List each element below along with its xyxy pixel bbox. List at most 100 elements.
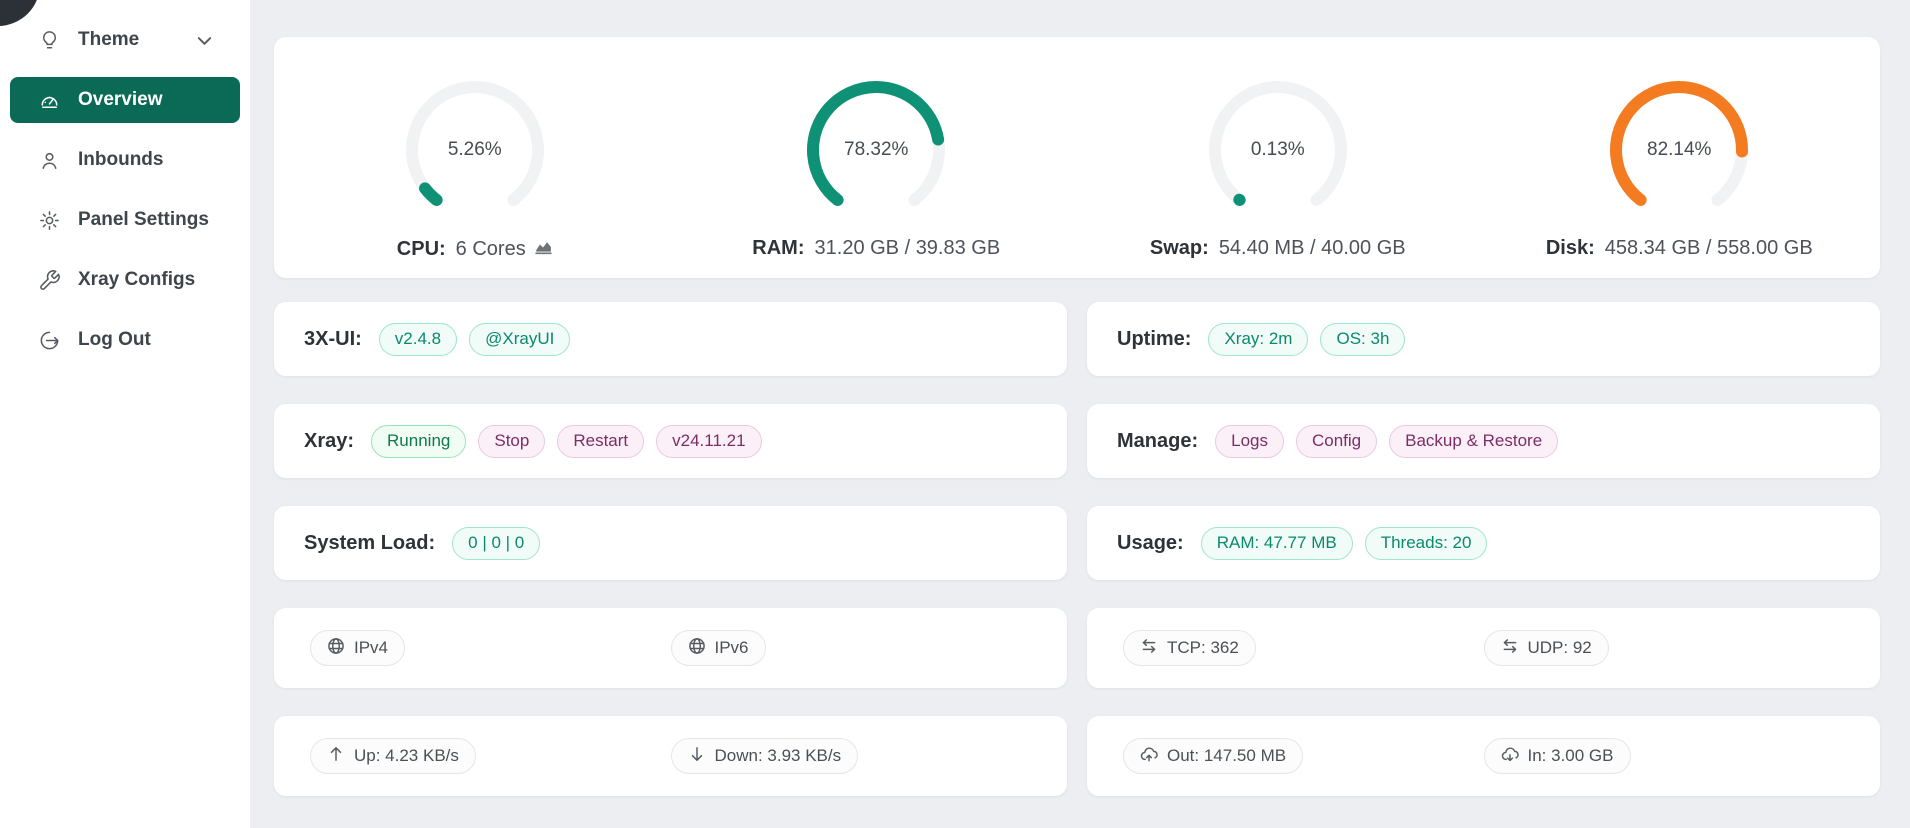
pill-ipv6: IPv6 [671,630,766,666]
cloud-up-icon [1140,745,1158,768]
tag-xrayui[interactable]: @XrayUI [469,323,570,356]
card-network-speed: Up: 4.23 KB/s Down: 3.93 KB/s [274,716,1067,796]
pill-ipv4: IPv4 [310,630,405,666]
globe-icon [327,637,345,660]
sidebar-item-log-out[interactable]: Log Out [10,317,240,363]
pill-label: IPv6 [715,638,749,658]
pill-label: IPv4 [354,638,388,658]
pill-cell: Down: 3.93 KB/s [671,738,1032,774]
card-system-load: System Load: 0 | 0 | 0 [274,506,1067,580]
globe-icon [688,637,706,660]
tag-xray-2m: Xray: 2m [1208,323,1308,356]
chevron-down-icon[interactable] [193,29,216,52]
gauge-label-value: 31.20 GB / 39.83 GB [815,237,1001,260]
swap-icon [1140,637,1158,660]
logout-icon [38,329,61,352]
sidebar-nav: Theme Overview Inbounds Panel Settings Xray … [0,0,250,363]
tag-running: Running [371,425,466,458]
sidebar-item-label: Log Out [78,329,151,351]
card-xray-status: Xray: Running Stop Restart v24.11.21 [274,404,1067,478]
arrow-up-icon [327,745,345,768]
card-label: Manage: [1117,430,1198,453]
tag-config[interactable]: Config [1296,425,1377,458]
gauge-ring: 0.13% [1203,75,1353,225]
dashboard-icon [38,89,61,112]
sidebar-item-xray-configs[interactable]: Xray Configs [10,257,240,303]
bulb-icon [38,29,61,52]
sidebar-item-panel-settings[interactable]: Panel Settings [10,197,240,243]
gauge-label: Swap: 54.40 MB / 40.00 GB [1150,237,1406,260]
gauge-label: CPU:6 Cores [397,237,553,262]
tag-threads-20: Threads: 20 [1365,527,1488,560]
card-usage: Usage:RAM: 47.77 MBThreads: 20 [1087,506,1880,580]
wrench-icon [38,269,61,292]
gauge-label: RAM: 31.20 GB / 39.83 GB [752,237,1000,260]
system-status-card: 5.26% CPU:6 Cores 78.32% RAM: 31.20 GB / 39… [274,37,1880,278]
sidebar-item-overview[interactable]: Overview [10,77,240,123]
tag-0-0-0: 0 | 0 | 0 [452,527,540,560]
pill-label: In: 3.00 GB [1528,746,1614,766]
tag-v24-11-21[interactable]: v24.11.21 [656,425,761,458]
tag-os-3h: OS: 3h [1320,323,1405,356]
pill-cell: TCP: 362 [1123,630,1484,666]
pill-label: UDP: 92 [1528,638,1592,658]
tag-backup-restore[interactable]: Backup & Restore [1389,425,1558,458]
gauge-disk: 82.14% Disk: 458.34 GB / 558.00 GB [1479,75,1881,260]
card-label: Xray: [304,430,354,453]
gauge-ring: 78.32% [801,75,951,225]
pill-label: TCP: 362 [1167,638,1239,658]
gauge-label-name: Swap: [1150,237,1209,260]
gauge-ram: 78.32% RAM: 31.20 GB / 39.83 GB [676,75,1078,260]
card-traffic-total: Out: 147.50 MB In: 3.00 GB [1087,716,1880,796]
pill-cell: Out: 147.50 MB [1123,738,1484,774]
sidebar-item-inbounds[interactable]: Inbounds [10,137,240,183]
gauge-label: Disk: 458.34 GB / 558.00 GB [1546,237,1813,260]
sidebar-item-label: Panel Settings [78,209,209,231]
gear-icon [38,209,61,232]
card-label: System Load: [304,532,435,555]
tag-v2-4-8[interactable]: v2.4.8 [379,323,457,356]
gauge-percent: 78.32% [801,75,951,225]
card-label: Usage: [1117,532,1184,555]
sidebar-item-label: Theme [78,29,139,51]
gauge-percent: 5.26% [400,75,550,225]
gauge-label-name: CPU: [397,238,446,261]
sidebar-item-theme[interactable]: Theme [10,17,240,63]
arrow-down-icon [688,745,706,768]
card-ip-addresses: IPv4 IPv6 [274,608,1067,688]
tag-restart[interactable]: Restart [557,425,644,458]
card-connections: TCP: 362 UDP: 92 [1087,608,1880,688]
info-cards-grid: 3X-UI: v2.4.8 @XrayUI Uptime: Xray: 2m OS: 3h… [274,302,1880,796]
pill-cell: Up: 4.23 KB/s [310,738,671,774]
pill-cell: UDP: 92 [1484,630,1845,666]
pill-cell: IPv4 [310,630,671,666]
card-manage: Manage: Logs Config Backup & Restore [1087,404,1880,478]
gauge-swap: 0.13% Swap: 54.40 MB / 40.00 GB [1077,75,1479,260]
swap-icon [1501,637,1519,660]
user-icon [38,149,61,172]
gauge-label-name: Disk: [1546,237,1595,260]
pill-down-3-93-kb-s: Down: 3.93 KB/s [671,738,859,774]
pill-up-4-23-kb-s: Up: 4.23 KB/s [310,738,476,774]
pill-tcp-362: TCP: 362 [1123,630,1256,666]
pill-udp-92: UDP: 92 [1484,630,1609,666]
card-label: 3X-UI: [304,328,362,351]
card-uptime: Uptime: Xray: 2m OS: 3h [1087,302,1880,376]
gauge-label-name: RAM: [752,237,804,260]
tag-logs[interactable]: Logs [1215,425,1284,458]
gauge-percent: 0.13% [1203,75,1353,225]
pill-label: Down: 3.93 KB/s [715,746,842,766]
sidebar-item-label: Inbounds [78,149,163,171]
gauge-ring: 5.26% [400,75,550,225]
tag-stop[interactable]: Stop [478,425,545,458]
gauge-cpu: 5.26% CPU:6 Cores [274,75,676,262]
gauge-label-value: 458.34 GB / 558.00 GB [1605,237,1813,260]
card-panel-version: 3X-UI: v2.4.8 @XrayUI [274,302,1067,376]
card-label: Uptime: [1117,328,1191,351]
pill-cell: In: 3.00 GB [1484,738,1845,774]
gauge-label-value: 54.40 MB / 40.00 GB [1219,237,1406,260]
area-chart-icon[interactable] [534,237,553,262]
sidebar-item-label: Overview [78,89,163,111]
gauge-ring: 82.14% [1604,75,1754,225]
sidebar: Theme Overview Inbounds Panel Settings Xray … [0,0,250,828]
